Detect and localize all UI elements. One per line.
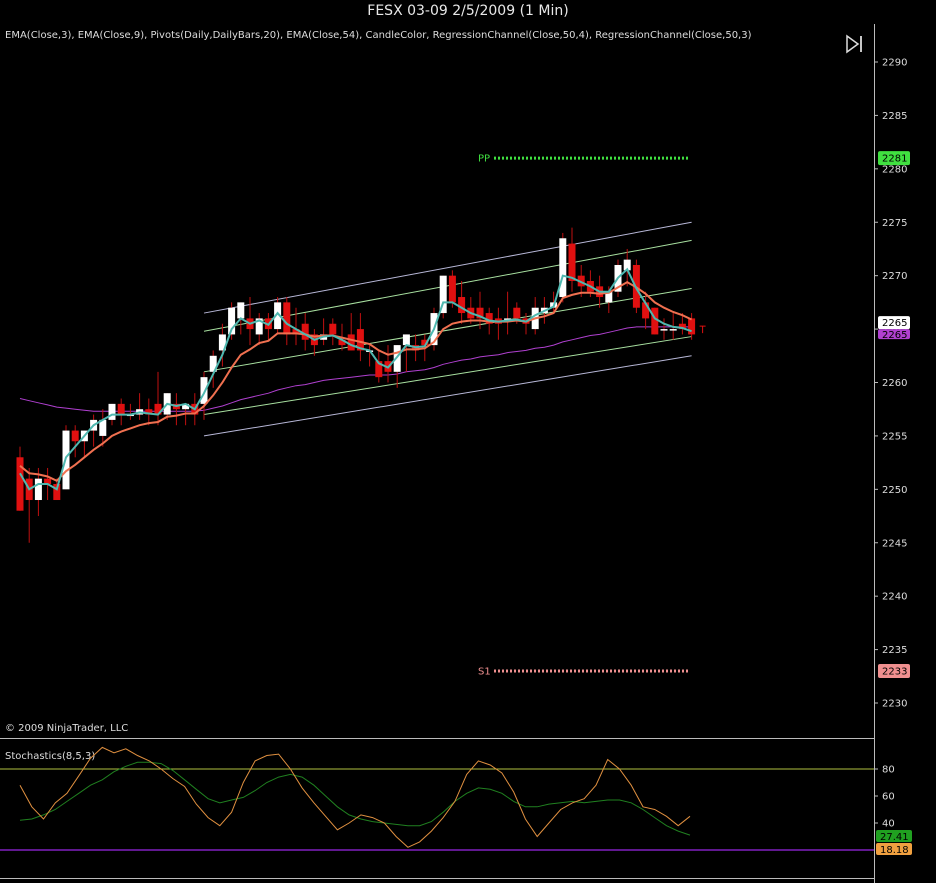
candle-down [329,323,337,335]
candle-down [301,323,309,340]
price-tick-label: 2270 [882,271,907,282]
candle-down [71,430,79,442]
ema54-badge-text: 2265 [882,330,907,341]
stoch-d-line [19,761,691,836]
pivot-label-pp: PP [478,154,490,165]
candle-down [513,307,521,319]
next-bar-button[interactable] [845,34,865,54]
stoch-k-line [19,746,691,848]
candle-down [347,334,355,351]
regression-outer-lower [203,355,692,437]
stoch-tick-label: 80 [882,765,895,776]
candle-down [688,318,696,335]
price-tick-label: 2260 [882,378,907,389]
price-tick-label: 2245 [882,538,907,549]
price-tick-label: 2235 [882,645,907,656]
stoch-tick-label: 60 [882,792,895,803]
candle-up [669,329,677,331]
pivot-label-s1: S1 [478,666,491,677]
last-price-marker [699,325,706,334]
last-price-badge-text: 2265 [882,318,907,329]
stoch-badge-text: 18.18 [880,845,909,856]
pivot-badge-text: 2233 [882,666,907,677]
price-tick-label: 2280 [882,164,907,175]
price-tick-label: 2230 [882,699,907,710]
candle-down [283,302,291,335]
stoch-tick-label: 40 [882,819,895,830]
price-chart[interactable]: 2290 2285 2280 2275 2270 2265 2260 2255 2250 2245… [0,0,936,883]
candle-up [200,377,208,404]
candle-up [559,238,567,298]
ema9-line [19,280,693,483]
candle-down [568,243,576,282]
price-tick-label: 2285 [882,111,907,122]
candle-down [16,457,24,511]
price-tick-label: 2240 [882,592,907,603]
candle-down [448,275,456,303]
candle-up [34,478,42,501]
candle-down [117,403,125,415]
candle-up [108,403,116,420]
stoch-badge-text: 27.41 [880,832,909,843]
price-tick-label: 2275 [882,218,907,229]
pivot-badge-text: 2281 [882,154,907,165]
candle-down [651,307,659,335]
ema3-line [19,267,692,491]
candle-down [458,297,466,314]
price-tick-label: 2250 [882,485,907,496]
regression-inner-lower [203,336,692,416]
price-tick-label: 2290 [882,58,907,69]
price-tick-label: 2255 [882,431,907,442]
candle-up [402,334,410,346]
candle-up [237,302,245,319]
candle-up [660,329,668,331]
skip-forward-icon [846,34,862,54]
